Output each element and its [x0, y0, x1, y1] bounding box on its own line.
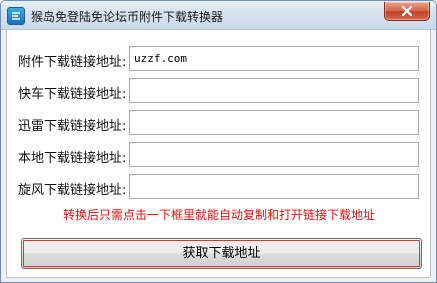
get-download-link-button[interactable]: 获取下载地址: [21, 238, 422, 269]
thunder-link-field[interactable]: [129, 110, 419, 135]
app-logo-icon: [7, 7, 25, 25]
close-button[interactable]: [384, 2, 430, 21]
window-title: 猴岛免登陆免论坛币附件下载转换器: [31, 10, 224, 24]
attachment-link-field[interactable]: uzzf.com: [129, 46, 419, 71]
title-bar[interactable]: 猴岛免登陆免论坛币附件下载转换器: [1, 1, 436, 30]
usage-hint: 转换后只需点击一下框里就能自动复制和打开链接下载地址: [63, 208, 376, 222]
form-panel: 附件下载链接地址: uzzf.com 快车下载链接地址: 迅雷下载链接地址: 本…: [6, 30, 431, 278]
local-link-field[interactable]: [129, 142, 419, 167]
qqxf-link-label: 旋风下载链接地址:: [18, 183, 127, 198]
flashget-link-label: 快车下载链接地址:: [18, 87, 127, 102]
thunder-link-label: 迅雷下载链接地址:: [18, 119, 127, 134]
flashget-link-field[interactable]: [129, 78, 419, 103]
local-link-label: 本地下载链接地址:: [18, 151, 127, 166]
close-icon: [401, 6, 413, 16]
qqxf-link-field[interactable]: [129, 174, 419, 199]
app-window: 猴岛免登陆免论坛币附件下载转换器 附件下载链接地址: uzzf.com 快车下载…: [0, 0, 437, 283]
attachment-link-label: 附件下载链接地址:: [18, 55, 127, 70]
